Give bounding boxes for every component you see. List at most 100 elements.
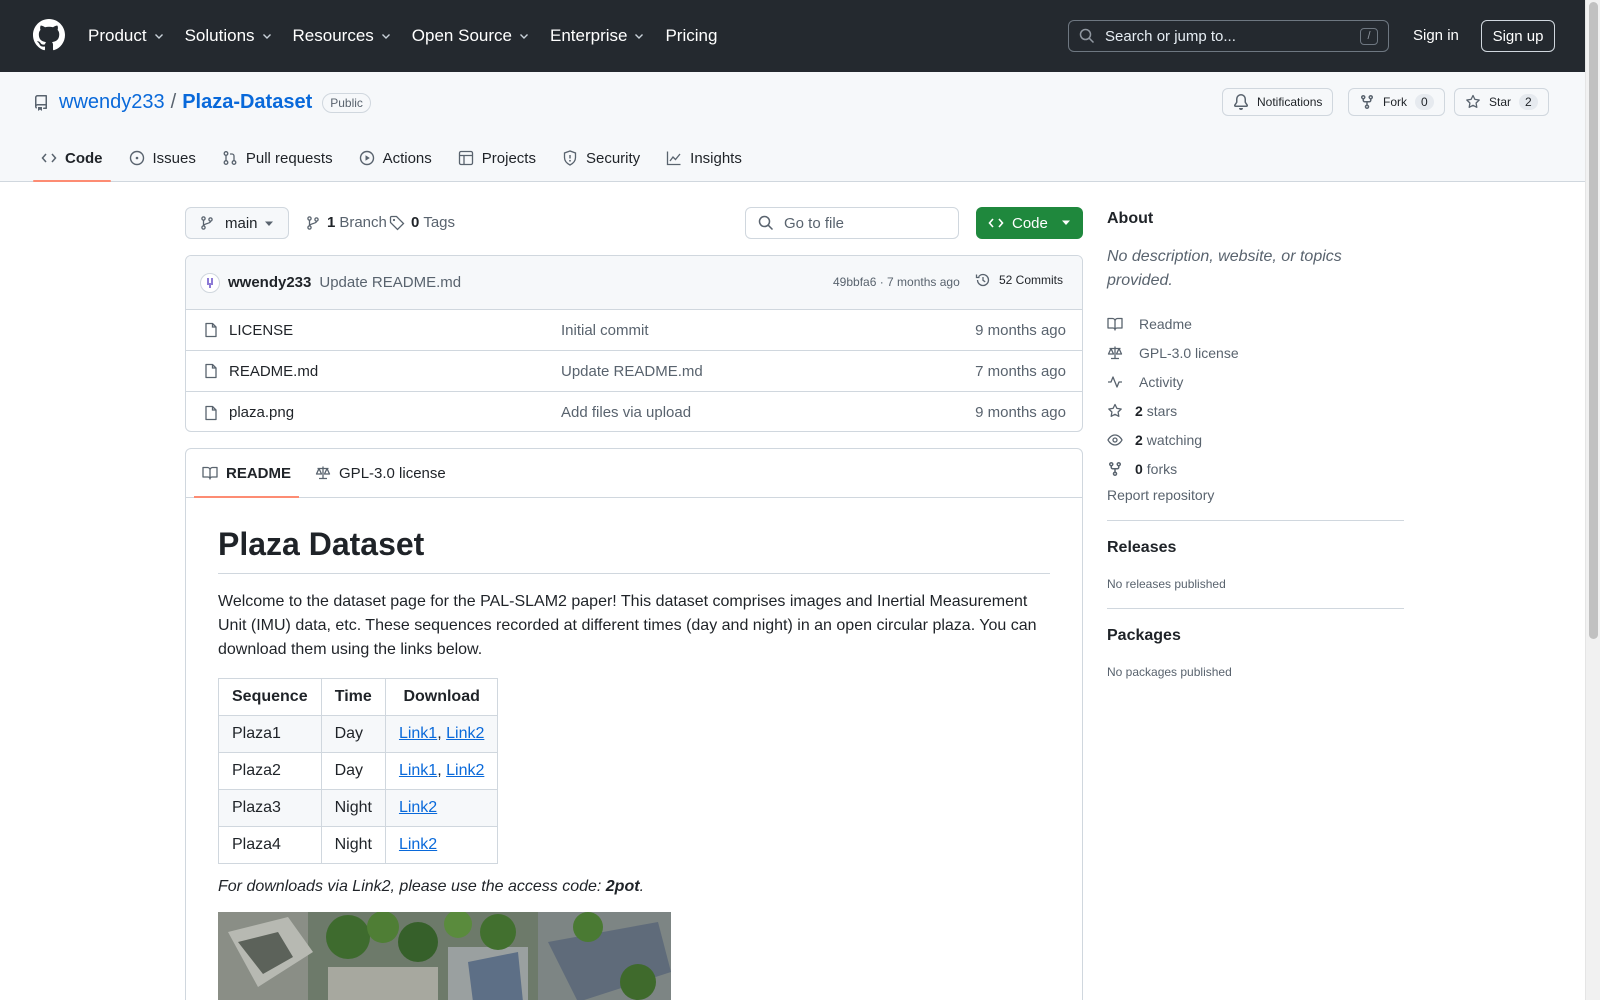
note-suffix: . xyxy=(639,878,645,895)
download-link-1[interactable]: Link1 xyxy=(399,725,437,742)
link-count: 0 xyxy=(1135,460,1143,477)
page-scrollbar[interactable] xyxy=(1585,0,1600,1000)
repo-name-link[interactable]: Plaza-Dataset xyxy=(182,91,312,114)
tags-link[interactable]: 0 Tags xyxy=(389,214,455,231)
nav-product[interactable]: Product xyxy=(88,26,165,46)
fork-count: 0 xyxy=(1415,94,1434,110)
repo-tabs: Code Issues Pull requests Actions Projec… xyxy=(33,134,760,182)
commits-link[interactable]: 52 Commits xyxy=(975,272,1063,288)
file-name-link[interactable]: LICENSE xyxy=(229,322,293,339)
nav-solutions[interactable]: Solutions xyxy=(185,26,273,46)
tab-label: Actions xyxy=(382,149,432,167)
caret-down-icon xyxy=(264,221,274,227)
branch-select-button[interactable]: main xyxy=(185,207,289,239)
nav-enterprise[interactable]: Enterprise xyxy=(550,26,645,46)
tab-security[interactable]: Security xyxy=(554,134,648,182)
search-input[interactable]: Search or jump to... / xyxy=(1068,20,1389,52)
file-name-link[interactable]: README.md xyxy=(229,363,318,380)
tab-label: Code xyxy=(65,149,103,167)
repo-owner-link[interactable]: wwendy233 xyxy=(59,91,165,114)
tab-label: Insights xyxy=(690,149,742,167)
pull-request-icon xyxy=(222,150,238,166)
sequence-cell: Plaza3 xyxy=(218,789,322,827)
branches-link[interactable]: 1 Branch xyxy=(305,214,387,231)
nav-open-source[interactable]: Open Source xyxy=(412,26,530,46)
plaza-aerial-image xyxy=(218,912,671,1000)
file-commit-message-link[interactable]: Update README.md xyxy=(561,363,703,380)
file-list: wwendy233 Update README.md 49bbfa6 · 7 m… xyxy=(185,255,1083,432)
tab-readme[interactable]: README xyxy=(194,449,300,498)
commits-count-label: 52 Commits xyxy=(999,273,1064,287)
file-commit-message-link[interactable]: Initial commit xyxy=(561,322,649,339)
tab-projects[interactable]: Projects xyxy=(450,134,544,182)
fork-label: Fork xyxy=(1383,95,1407,109)
license-link[interactable]: GPL-3.0 license xyxy=(1107,338,1404,367)
github-logo-icon[interactable] xyxy=(33,19,65,51)
watching-link[interactable]: 2 watching xyxy=(1107,425,1404,454)
tab-insights[interactable]: Insights xyxy=(658,134,750,182)
nav-pricing[interactable]: Pricing xyxy=(665,26,717,46)
go-to-file-input[interactable]: Go to file xyxy=(745,207,959,239)
nav-label: Solutions xyxy=(184,26,255,45)
activity-link[interactable]: Activity xyxy=(1107,367,1404,396)
about-heading: About xyxy=(1107,210,1154,227)
tab-pull-requests[interactable]: Pull requests xyxy=(214,134,341,182)
fork-button[interactable]: Fork 0 xyxy=(1348,88,1445,116)
table-row: Plaza3 Night Link2 xyxy=(218,789,499,827)
access-code: 2pot xyxy=(605,878,640,895)
report-repository-link[interactable]: Report repository xyxy=(1107,487,1404,503)
notifications-button[interactable]: Notifications xyxy=(1222,88,1334,116)
file-name-link[interactable]: plaza.png xyxy=(229,404,294,421)
link-count: 2 xyxy=(1135,431,1143,448)
sign-up-button[interactable]: Sign up xyxy=(1481,20,1555,52)
packages-heading[interactable]: Packages xyxy=(1107,627,1404,645)
chevron-down-icon xyxy=(261,30,273,42)
search-placeholder: Search or jump to... xyxy=(1105,27,1236,45)
readme-body: Plaza Dataset Welcome to the dataset pag… xyxy=(186,498,1082,1000)
repo-icon xyxy=(33,94,49,111)
nav-resources[interactable]: Resources xyxy=(293,26,392,46)
sign-in-link[interactable]: Sign in xyxy=(1413,27,1459,44)
readme-link[interactable]: Readme xyxy=(1107,309,1404,338)
branch-count: 1 xyxy=(327,214,336,231)
releases-empty-text: No releases published xyxy=(1107,577,1226,591)
commit-meta[interactable]: 49bbfa6 · 7 months ago xyxy=(833,275,960,289)
download-link-1[interactable]: Link1 xyxy=(399,762,437,779)
scrollbar-thumb[interactable] xyxy=(1589,2,1598,639)
releases-heading[interactable]: Releases xyxy=(1107,539,1404,557)
download-link-2[interactable]: Link2 xyxy=(399,799,437,816)
avatar[interactable] xyxy=(200,272,220,293)
download-link-2[interactable]: Link2 xyxy=(399,836,437,853)
commit-author-link[interactable]: wwendy233 xyxy=(228,274,311,291)
main-nav: Product Solutions Resources Open Source … xyxy=(88,0,737,72)
star-label: Star xyxy=(1489,95,1512,109)
tab-issues[interactable]: Issues xyxy=(121,134,204,182)
tab-code[interactable]: Code xyxy=(33,134,111,182)
stars-link[interactable]: 2 stars xyxy=(1107,396,1404,425)
tab-actions[interactable]: Actions xyxy=(351,134,440,182)
link-separator: , xyxy=(437,762,442,779)
sequence-table: Sequence Time Download Plaza1 Day Link1,… xyxy=(218,678,499,864)
visibility-badge: Public xyxy=(322,92,371,113)
code-icon xyxy=(988,215,1004,231)
tab-license[interactable]: GPL-3.0 license xyxy=(307,449,454,497)
file-commit-message-link[interactable]: Add files via upload xyxy=(561,404,691,421)
column-header: Sequence xyxy=(218,678,322,716)
download-link-2[interactable]: Link2 xyxy=(446,762,484,779)
fork-icon xyxy=(1107,461,1127,477)
download-link-2[interactable]: Link2 xyxy=(446,725,484,742)
star-button[interactable]: Star 2 xyxy=(1454,88,1549,116)
star-icon xyxy=(1107,403,1127,419)
nav-label: Enterprise xyxy=(549,26,628,45)
link-count: 2 xyxy=(1135,402,1143,419)
readme-intro: Welcome to the dataset page for the PAL-… xyxy=(218,593,1037,658)
note-text: For downloads via Link2, please use the … xyxy=(218,878,606,895)
table-row: Plaza2 Day Link1, Link2 xyxy=(218,752,499,790)
commit-message-link[interactable]: Update README.md xyxy=(319,274,461,291)
code-dropdown-button[interactable]: Code xyxy=(976,207,1083,239)
forks-link[interactable]: 0 forks xyxy=(1107,454,1404,483)
shield-icon xyxy=(562,150,578,166)
nav-label: Open Source xyxy=(411,26,512,45)
link-label: stars xyxy=(1146,402,1178,419)
table-header-row: Sequence Time Download xyxy=(218,678,499,716)
